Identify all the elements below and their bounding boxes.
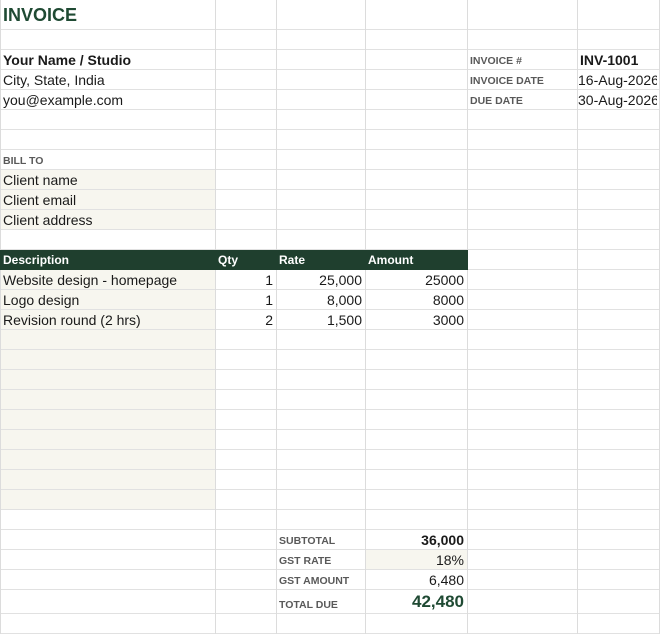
invoice-number-value[interactable]: INV-1001 bbox=[580, 50, 658, 70]
sender-name[interactable]: Your Name / Studio bbox=[3, 50, 213, 70]
gridline bbox=[0, 29, 660, 30]
gst-amount-label[interactable]: GST AMOUNT bbox=[279, 571, 363, 591]
total-due-label[interactable]: TOTAL DUE bbox=[279, 595, 363, 615]
line-item-description[interactable]: Website design - homepage bbox=[3, 270, 213, 290]
subtotal-value[interactable]: 36,000 bbox=[366, 530, 464, 550]
gridline bbox=[0, 369, 660, 370]
sender-location[interactable]: City, State, India bbox=[3, 70, 213, 90]
gridline bbox=[0, 349, 660, 350]
client-name-cell[interactable]: Client name bbox=[3, 170, 213, 190]
total-due-value[interactable]: 42,480 bbox=[366, 589, 464, 615]
column-header-amount[interactable]: Amount bbox=[368, 250, 465, 270]
invoice-title[interactable]: INVOICE bbox=[3, 1, 203, 29]
gridline bbox=[0, 449, 660, 450]
spreadsheet-grid: INVOICE Your Name / Studio City, State, … bbox=[0, 0, 660, 634]
invoice-date-label[interactable]: INVOICE DATE bbox=[470, 71, 575, 91]
line-item-rate[interactable]: 1,500 bbox=[277, 310, 362, 330]
line-item-description[interactable]: Logo design bbox=[3, 290, 213, 310]
gst-rate-value[interactable]: 18% bbox=[366, 550, 464, 570]
sender-email[interactable]: you@example.com bbox=[3, 90, 213, 110]
due-date-label[interactable]: DUE DATE bbox=[470, 91, 575, 111]
gridline bbox=[0, 429, 660, 430]
client-address-cell[interactable]: Client address bbox=[3, 210, 213, 230]
gridline bbox=[0, 409, 660, 410]
line-item-qty[interactable]: 2 bbox=[216, 310, 273, 330]
due-date-value[interactable]: 30-Aug-2026 bbox=[578, 90, 657, 110]
gridline bbox=[0, 129, 660, 130]
line-item-amount[interactable]: 3000 bbox=[366, 310, 464, 330]
line-item-rate[interactable]: 8,000 bbox=[277, 290, 362, 310]
line-item-qty[interactable]: 1 bbox=[216, 290, 273, 310]
column-header-description[interactable]: Description bbox=[3, 250, 213, 270]
gridline bbox=[0, 509, 660, 510]
line-item-rate[interactable]: 25,000 bbox=[277, 270, 362, 290]
gst-rate-label[interactable]: GST RATE bbox=[279, 551, 363, 571]
gst-amount-value[interactable]: 6,480 bbox=[366, 570, 464, 590]
gridline bbox=[0, 0, 1, 634]
gridline bbox=[0, 389, 660, 390]
subtotal-label[interactable]: SUBTOTAL bbox=[279, 531, 363, 551]
gridline bbox=[0, 489, 660, 490]
client-email-cell[interactable]: Client email bbox=[3, 190, 213, 210]
gridline bbox=[0, 149, 660, 150]
invoice-date-value[interactable]: 16-Aug-2026 bbox=[578, 70, 657, 90]
line-item-amount[interactable]: 8000 bbox=[366, 290, 464, 310]
bill-to-label[interactable]: BILL TO bbox=[3, 151, 203, 171]
gridline bbox=[0, 529, 660, 530]
line-item-description[interactable]: Revision round (2 hrs) bbox=[3, 310, 213, 330]
invoice-number-label[interactable]: INVOICE # bbox=[470, 51, 575, 71]
line-item-qty[interactable]: 1 bbox=[216, 270, 273, 290]
line-item-amount[interactable]: 25000 bbox=[366, 270, 464, 290]
gridline bbox=[0, 469, 660, 470]
column-header-qty[interactable]: Qty bbox=[218, 250, 274, 270]
column-header-rate[interactable]: Rate bbox=[279, 250, 363, 270]
gridline bbox=[467, 0, 468, 634]
